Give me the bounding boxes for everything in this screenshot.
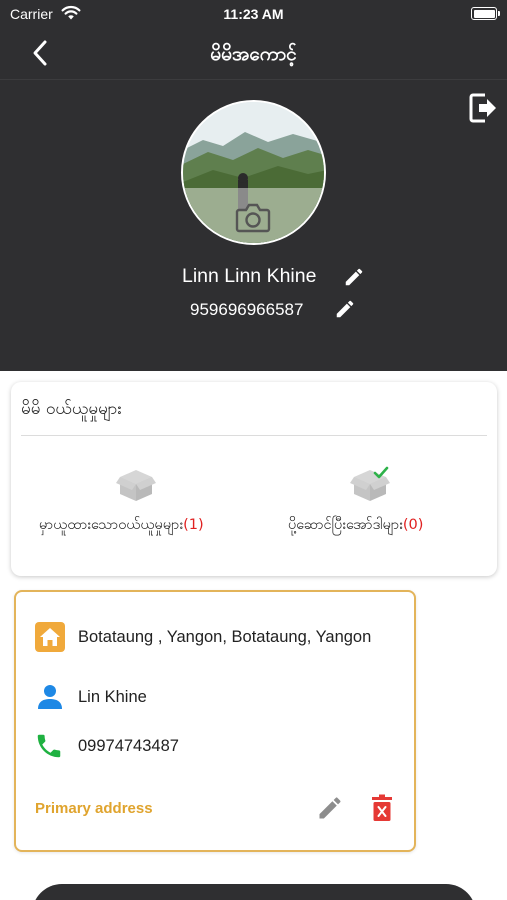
edit-phone-icon[interactable]	[334, 298, 356, 320]
edit-address-icon[interactable]	[316, 794, 344, 822]
avatar[interactable]	[181, 100, 326, 245]
primary-address-label: Primary address	[35, 800, 153, 817]
profile-name-text: Linn Linn Khine	[182, 265, 317, 287]
page-title: မိမိအကောင့်	[210, 43, 297, 65]
pending-orders-label[interactable]: မှာယူထားသောဝယ်ယူမှုများ(1)	[39, 516, 204, 537]
address-location: Botataung , Yangon, Botataung, Yangon	[78, 628, 372, 646]
home-icon	[35, 622, 65, 652]
profile-phone: 959696966587	[190, 300, 304, 319]
address-contact-phone: 09974743487	[78, 737, 179, 755]
camera-icon[interactable]	[235, 202, 271, 234]
delivered-orders-label[interactable]: ပို့ဆောင်ပြီးအော်ဒါများ(0)	[288, 516, 423, 537]
battery-icon	[471, 7, 500, 20]
status-bar: Carrier 11:23 AM	[0, 0, 507, 28]
pending-orders-count: (1)	[183, 517, 204, 533]
address-contact-name: Lin Khine	[78, 688, 147, 706]
phone-icon	[37, 734, 61, 758]
box-check-icon[interactable]	[350, 466, 390, 504]
logout-icon[interactable]	[468, 92, 498, 124]
delivered-orders-text: ပို့ဆောင်ပြီးအော်ဒါများ	[288, 517, 403, 533]
orders-title: မိမိ ဝယ်ယူမှုများ	[21, 399, 122, 419]
status-time: 11:23 AM	[223, 6, 284, 22]
navigation-bar: မိမိအကောင့်	[0, 28, 507, 80]
delivered-orders-count: (0)	[402, 517, 424, 533]
profile-name: Linn Linn Khine	[182, 265, 316, 291]
pending-orders-text: မှာယူထားသောဝယ်ယူမှုများ	[39, 517, 184, 533]
address-card[interactable]: Botataung , Yangon, Botataung, Yangon Li…	[14, 590, 416, 852]
divider	[21, 435, 487, 436]
delete-icon[interactable]	[370, 794, 394, 822]
box-icon[interactable]	[116, 466, 156, 504]
my-orders-card: မိမိ ဝယ်ယူမှုများ မှာယူထားသောဝယ်ယူမှုမျာ…	[11, 382, 497, 576]
bottom-action-button[interactable]	[32, 884, 476, 900]
edit-name-icon[interactable]	[343, 266, 365, 288]
person-icon	[38, 685, 62, 709]
